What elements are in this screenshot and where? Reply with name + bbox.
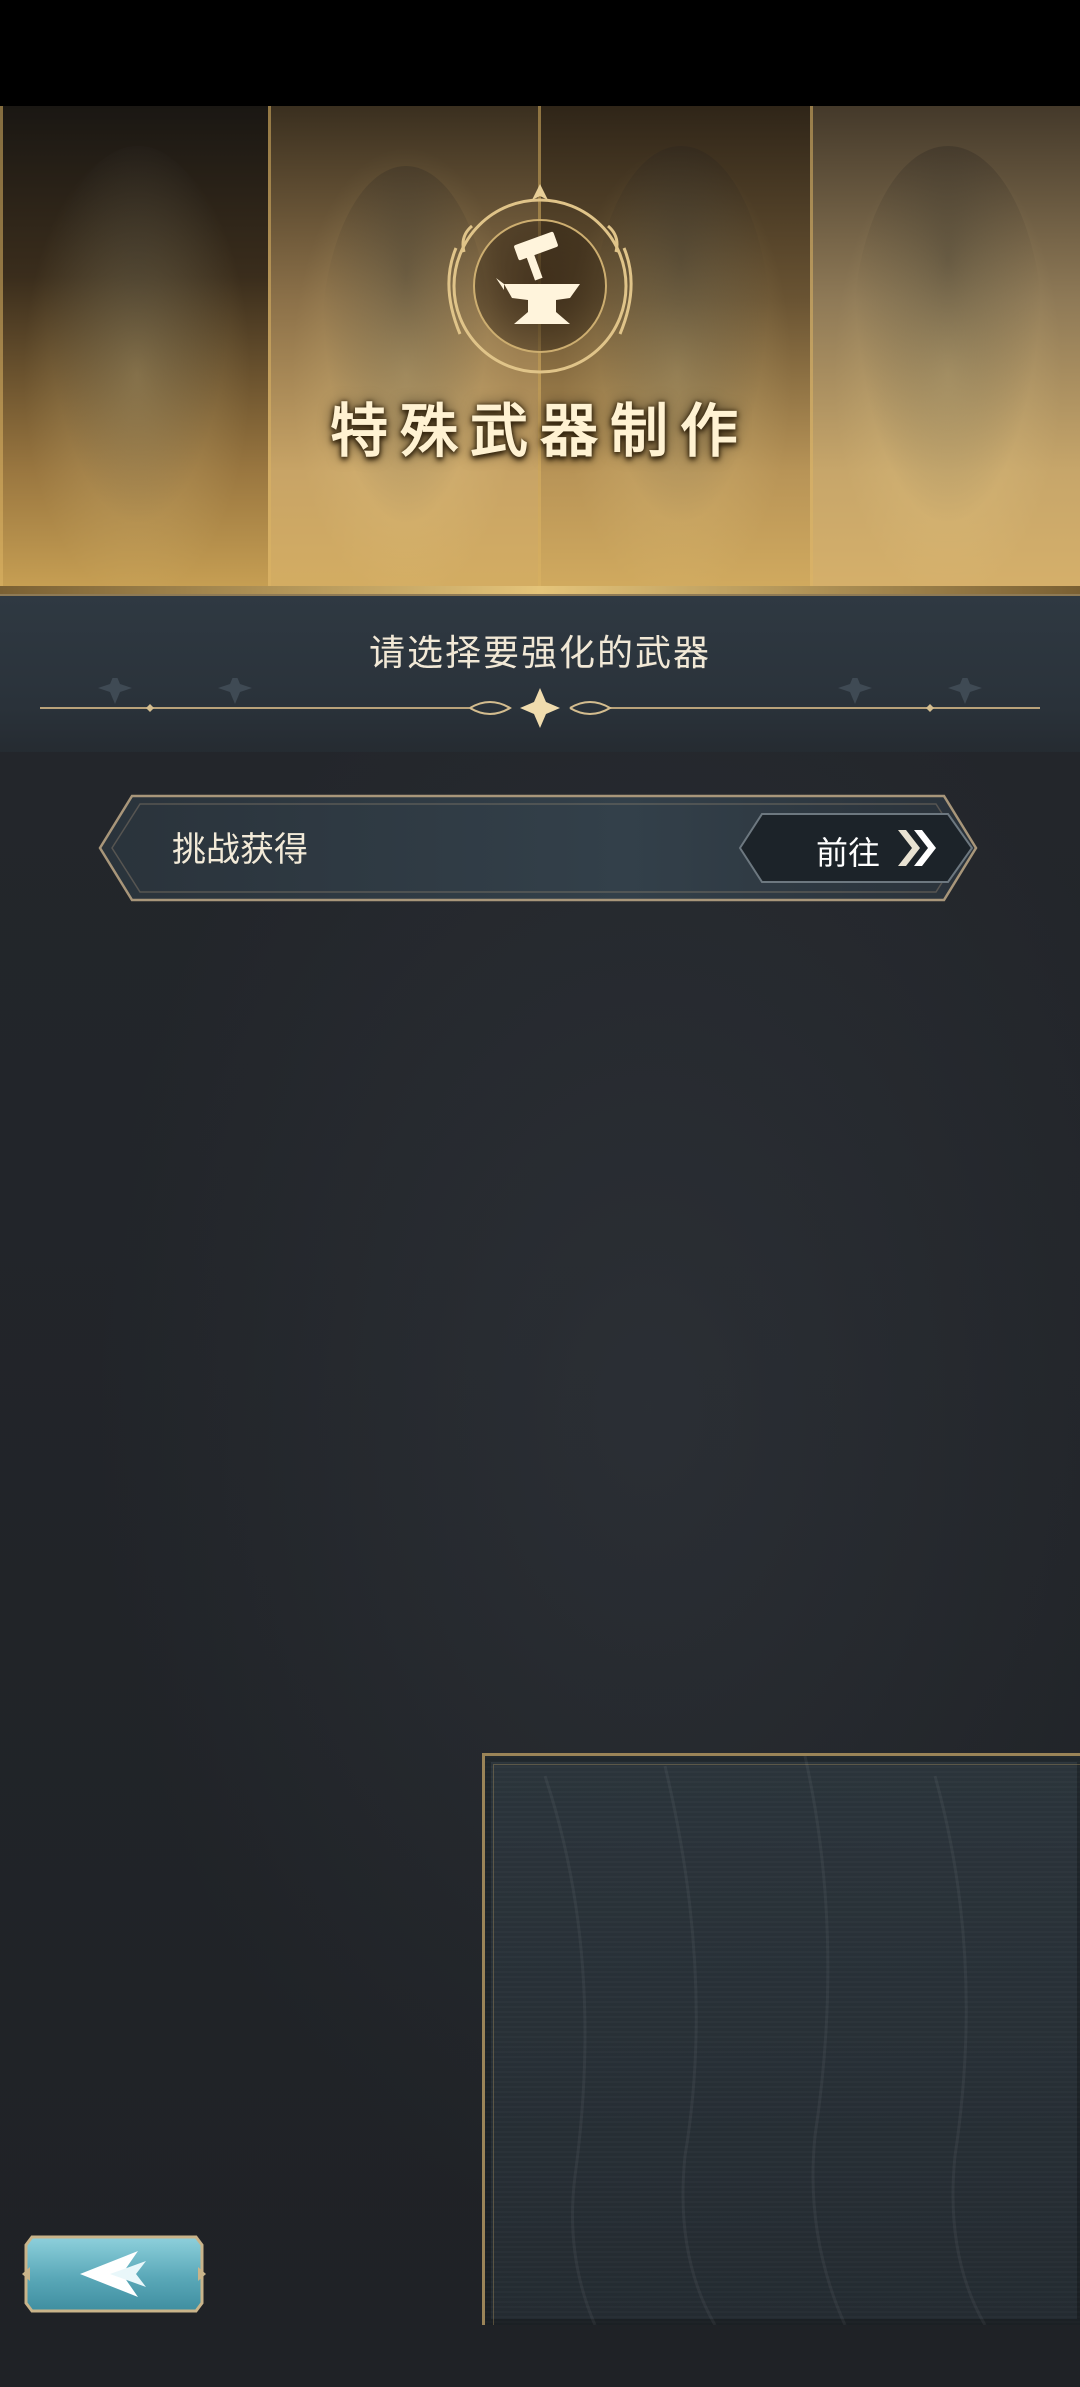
weapon-preview-panel [482, 1753, 1080, 2325]
challenge-obtain-label: 挑战获得 [172, 830, 308, 870]
subheader: 请选择要强化的武器 [0, 594, 1080, 754]
page-title: 特殊武器制作 [329, 397, 750, 465]
character-panel-4 [810, 106, 1080, 594]
challenge-obtain-row: 挑战获得 前往 [96, 792, 980, 904]
goto-label: 前往 [816, 834, 881, 872]
content-area: 挑战获得 前往 [0, 752, 1080, 2387]
banner-divider [0, 586, 1080, 594]
double-chevron-right-icon [898, 830, 936, 866]
goto-button[interactable]: 前往 [736, 810, 976, 886]
character-panel-1 [0, 106, 271, 594]
status-bar [0, 0, 1080, 106]
back-button[interactable] [20, 2231, 208, 2317]
subheader-title: 请选择要强化的武器 [368, 633, 711, 674]
back-button-frame [22, 2235, 206, 2313]
header-banner: 特殊武器制作 [0, 106, 1080, 594]
divider-ornament [40, 678, 1040, 728]
anvil-icon [447, 184, 633, 374]
preview-background-pattern [543, 1756, 987, 2325]
